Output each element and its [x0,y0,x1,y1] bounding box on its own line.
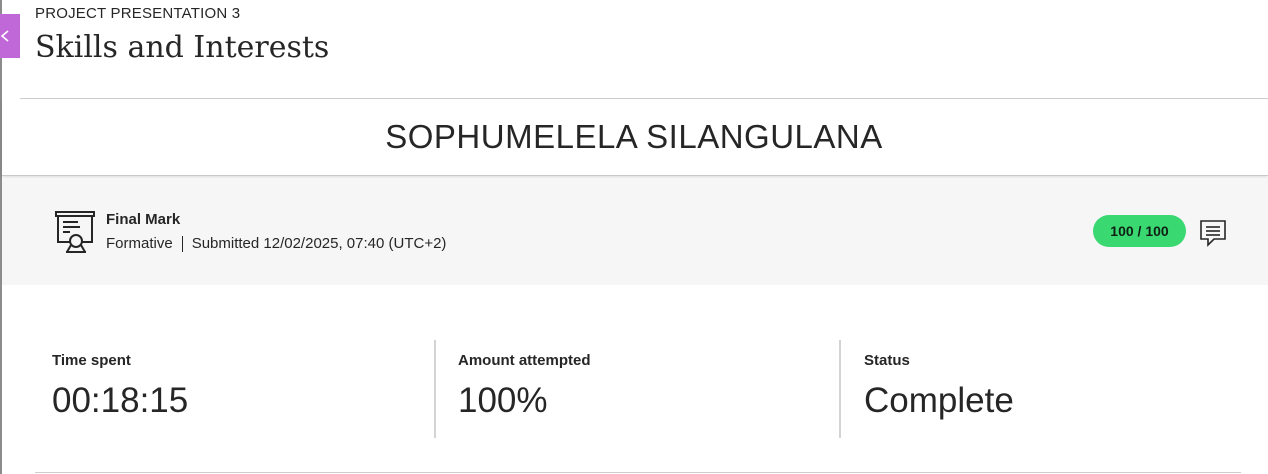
stat-value: Complete [864,381,1014,420]
grade-meta: Formative Submitted 12/02/2025, 07:40 (U… [106,235,446,252]
grade-summary [2,178,1268,285]
feedback-comment-icon [1200,220,1226,247]
stat-time-spent: Time spent 00:18:15 [52,352,188,421]
stat-divider [434,340,436,438]
stat-label: Time spent [52,352,131,369]
stat-label: Status [864,352,910,369]
assessment-kicker: PROJECT PRESENTATION 3 [35,5,241,22]
grade-type: Formative [106,235,173,252]
meta-separator [181,235,183,252]
close-panel-button[interactable] [0,14,20,58]
page-title: Skills and Interests [35,30,330,65]
stat-status: Status Complete [864,352,1014,421]
stat-value: 00:18:15 [52,381,189,420]
score-badge[interactable]: 100 / 100 [1093,215,1186,247]
stat-divider [839,340,841,438]
certificate-presentation-icon [54,209,96,260]
grade-title: Final Mark [106,211,181,228]
close-icon [0,30,9,42]
stat-amount-attempted: Amount attempted 100% [458,352,591,421]
submission-timestamp: Submitted 12/02/2025, 07:40 (UTC+2) [191,235,447,252]
student-name: SOPHUMELELA SILANGULANA [385,118,883,155]
feedback-button[interactable] [1199,219,1227,247]
stat-value: 100% [458,381,548,420]
bottom-divider [35,472,1241,473]
stat-label: Amount attempted [458,352,591,369]
